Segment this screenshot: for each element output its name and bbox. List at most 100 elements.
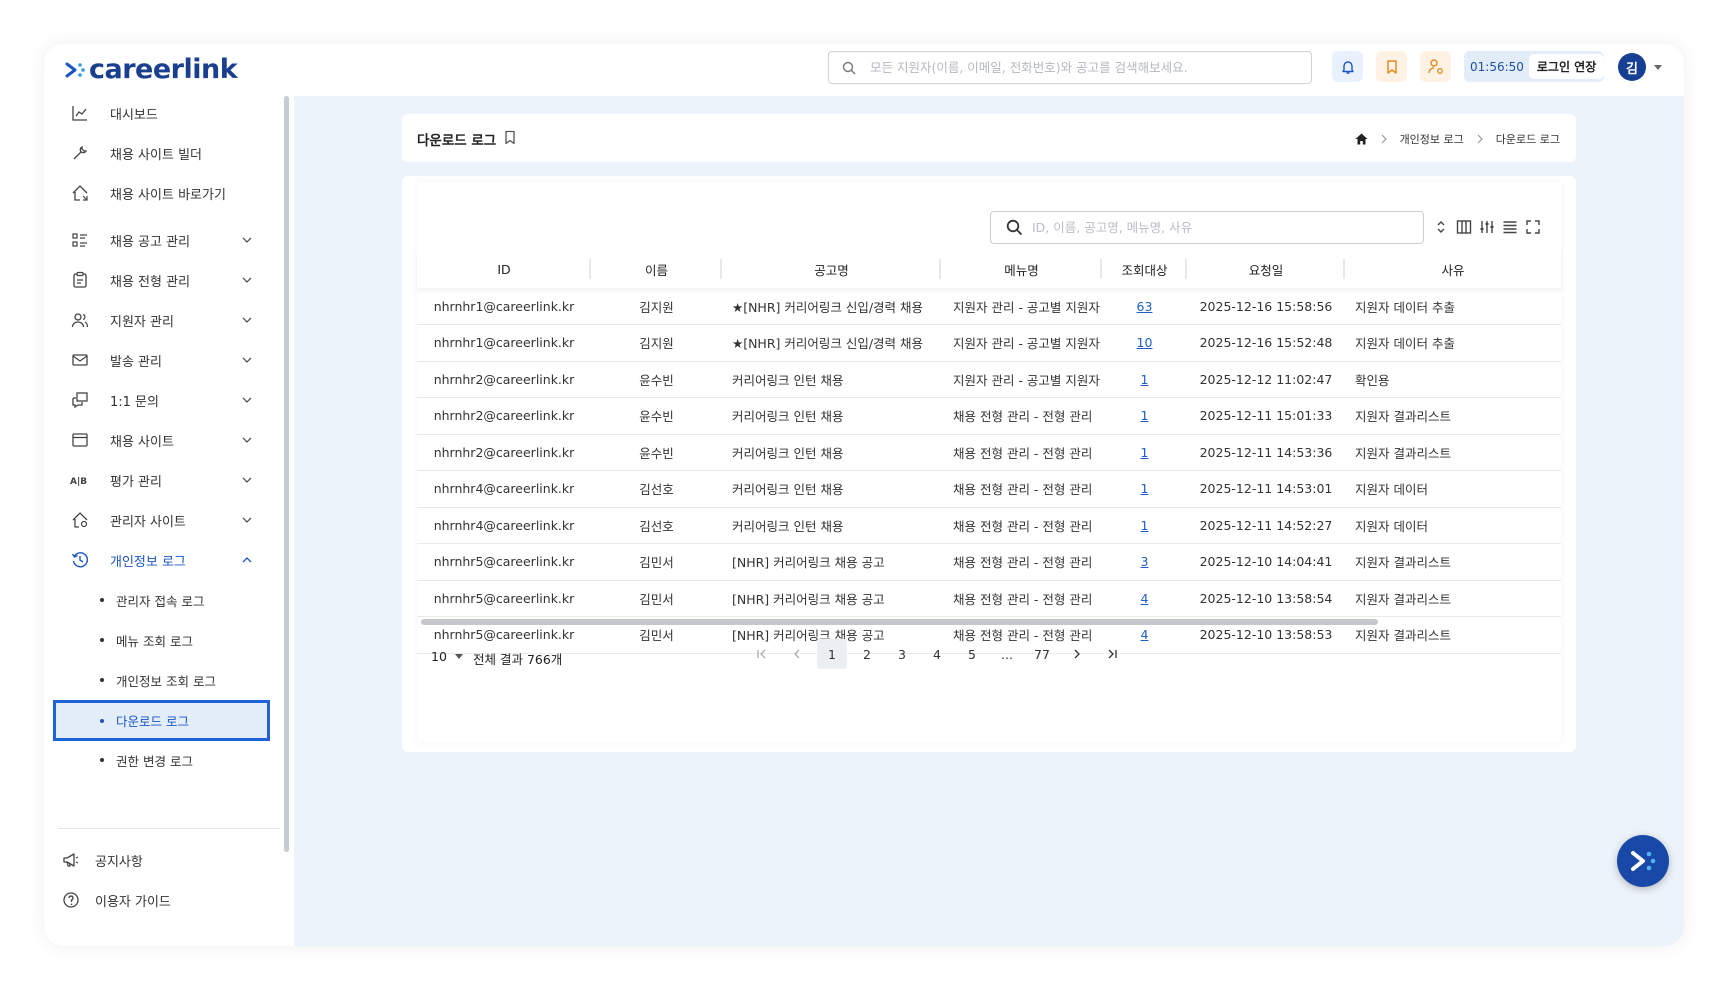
cell-request-date: 2025-12-12 11:02:47	[1187, 361, 1345, 398]
sidebar-scrollbar[interactable]	[284, 96, 289, 852]
fullscreen-button[interactable]	[1523, 217, 1543, 237]
sort-icon	[1437, 221, 1445, 233]
users-icon	[70, 310, 90, 330]
prev-page-button[interactable]	[782, 639, 812, 669]
next-page-button[interactable]	[1062, 639, 1092, 669]
target-count-link[interactable]: 1	[1141, 481, 1149, 496]
column-header-name[interactable]: 이름	[591, 250, 722, 288]
page-button[interactable]: 1	[817, 639, 847, 669]
sidebar-item-evaluation[interactable]: A|B 평가 관리	[44, 461, 280, 499]
sidebar-item-guide[interactable]: 이용자 가이드	[44, 881, 280, 919]
cell-id: nhrnhr2@careerlink.kr	[417, 434, 591, 471]
sidebar-item-notice[interactable]: 공지사항	[44, 841, 280, 879]
home-icon[interactable]	[1355, 133, 1368, 145]
sidebar-item-label: 발송 관리	[110, 354, 162, 370]
column-header-menu[interactable]: 메뉴명	[941, 250, 1102, 288]
page-button[interactable]: 2	[852, 639, 882, 669]
page-button[interactable]: 4	[922, 639, 952, 669]
sidebar-item-recruit-site[interactable]: 채용 사이트	[44, 421, 280, 459]
target-count-link[interactable]: 1	[1141, 445, 1149, 460]
page-button[interactable]: 3	[887, 639, 917, 669]
tools-icon	[70, 143, 90, 163]
sidebar-subitem-privacy-view-log[interactable]: 개인정보 조회 로그	[44, 661, 280, 699]
page-size-select[interactable]: 10	[431, 649, 463, 664]
sidebar-item-site-shortcut[interactable]: 채용 사이트 바로가기	[44, 174, 280, 212]
sidebar-item-inquiry[interactable]: 1:1 문의	[44, 381, 280, 419]
table-row[interactable]: nhrnhr4@careerlink.kr 김선호 커리어링크 인턴 채용 채용 전형…	[417, 507, 1561, 544]
global-search-input[interactable]	[870, 60, 1290, 75]
search-icon	[1006, 219, 1023, 236]
bookmark-icon[interactable]	[504, 130, 516, 145]
cell-menu: 지원자 관리 - 공고별 지원자	[941, 288, 1102, 325]
target-count-link[interactable]: 1	[1141, 372, 1149, 387]
column-header-reason[interactable]: 사유	[1345, 250, 1561, 288]
table-row[interactable]: nhrnhr2@careerlink.kr 윤수빈 커리어링크 인턴 채용 지원자 관…	[417, 361, 1561, 398]
target-count-link[interactable]: 1	[1141, 518, 1149, 533]
extend-login-button[interactable]: 로그인 연장	[1529, 54, 1604, 79]
sidebar-item-site-builder[interactable]: 채용 사이트 빌더	[44, 134, 280, 172]
cell-target-count: 3	[1102, 543, 1187, 581]
table-header-row: ID 이름 공고명 메뉴명 조회대상 요청일 사유	[417, 250, 1561, 288]
logo-mark-icon	[65, 62, 85, 78]
target-count-link[interactable]: 3	[1141, 554, 1149, 569]
cell-target-count: 1	[1102, 470, 1187, 508]
cell-name: 김지원	[591, 288, 722, 325]
brand-logo[interactable]: careerlink	[64, 56, 238, 83]
column-header-date[interactable]: 요청일	[1187, 250, 1345, 288]
avatar[interactable]: 김	[1618, 53, 1646, 81]
sidebar-item-dashboard[interactable]: 대시보드	[44, 94, 280, 132]
chevron-right-icon	[1477, 134, 1483, 144]
cell-id: nhrnhr4@careerlink.kr	[417, 470, 591, 508]
history-icon	[70, 550, 90, 570]
sidebar-item-applicants[interactable]: 지원자 관리	[44, 301, 280, 339]
session-timer: 01:56:50	[1470, 59, 1524, 74]
density-button[interactable]	[1500, 217, 1520, 237]
clipboard-icon	[70, 270, 90, 290]
sidebar-item-privacy-log[interactable]: 개인정보 로그	[44, 541, 280, 579]
table-search-input[interactable]	[1032, 220, 1412, 235]
first-page-button[interactable]	[747, 639, 777, 669]
table-row[interactable]: nhrnhr2@careerlink.kr 윤수빈 커리어링크 인턴 채용 채용 전형…	[417, 397, 1561, 435]
table-row[interactable]: nhrnhr1@careerlink.kr 김지원 ★[NHR] 커리어링크 신입/…	[417, 324, 1561, 362]
notification-button[interactable]	[1332, 51, 1363, 82]
cell-reason: 지원자 결과리스트	[1345, 543, 1561, 581]
sidebar-item-job-posts[interactable]: 채용 공고 관리	[44, 221, 280, 259]
sidebar-subitem-permission-log[interactable]: 권한 변경 로그	[44, 741, 280, 779]
target-count-link[interactable]: 63	[1137, 299, 1153, 314]
sidebar-item-admin-site[interactable]: 관리자 사이트	[44, 501, 280, 539]
page-button[interactable]: 5	[957, 639, 987, 669]
sidebar-subitem-menu-view-log[interactable]: 메뉴 조회 로그	[44, 621, 280, 659]
filter-button[interactable]	[1477, 217, 1497, 237]
column-header-target[interactable]: 조회대상	[1102, 250, 1187, 288]
last-page-button[interactable]	[1097, 639, 1127, 669]
cell-job-title: ★[NHR] 커리어링크 신입/경력 채용	[722, 324, 941, 362]
column-header-id[interactable]: ID	[417, 250, 591, 288]
assistant-fab-button[interactable]	[1617, 835, 1669, 887]
columns-button[interactable]	[1454, 217, 1474, 237]
cell-job-title: 커리어링크 인턴 채용	[722, 397, 941, 435]
table-row[interactable]: nhrnhr1@careerlink.kr 김지원 ★[NHR] 커리어링크 신입/…	[417, 288, 1561, 325]
bookmark-button[interactable]	[1376, 51, 1407, 82]
column-header-job[interactable]: 공고명	[722, 250, 941, 288]
sidebar-subitem-download-log[interactable]: 다운로드 로그	[53, 700, 270, 741]
chevron-right-icon	[1074, 649, 1080, 659]
sort-toggle-button[interactable]	[1431, 217, 1451, 237]
global-search-box	[828, 51, 1312, 84]
table-row[interactable]: nhrnhr5@careerlink.kr 김민서 [NHR] 커리어링크 채용 공…	[417, 580, 1561, 617]
sidebar-subitem-admin-access-log[interactable]: 관리자 접속 로그	[44, 581, 280, 619]
target-count-link[interactable]: 10	[1137, 335, 1153, 350]
table-row[interactable]: nhrnhr5@careerlink.kr 김민서 [NHR] 커리어링크 채용 공…	[417, 543, 1561, 581]
table-row[interactable]: nhrnhr2@careerlink.kr 윤수빈 커리어링크 인턴 채용 채용 전형…	[417, 434, 1561, 471]
horizontal-scrollbar[interactable]	[421, 619, 1378, 625]
breadcrumb-item[interactable]: 개인정보 로그	[1400, 131, 1464, 147]
sidebar-item-messaging[interactable]: 발송 관리	[44, 341, 280, 379]
user-settings-button[interactable]	[1420, 51, 1451, 82]
sidebar-item-selection-process[interactable]: 채용 전형 관리	[44, 261, 280, 299]
table-row[interactable]: nhrnhr4@careerlink.kr 김선호 커리어링크 인턴 채용 채용 전형…	[417, 470, 1561, 508]
chevron-down-icon[interactable]	[1654, 65, 1662, 70]
target-count-link[interactable]: 4	[1141, 591, 1149, 606]
chevron-down-icon	[242, 317, 252, 323]
target-count-link[interactable]: 1	[1141, 408, 1149, 423]
target-count-link[interactable]: 4	[1141, 627, 1149, 642]
page-button[interactable]: 77	[1027, 639, 1057, 669]
